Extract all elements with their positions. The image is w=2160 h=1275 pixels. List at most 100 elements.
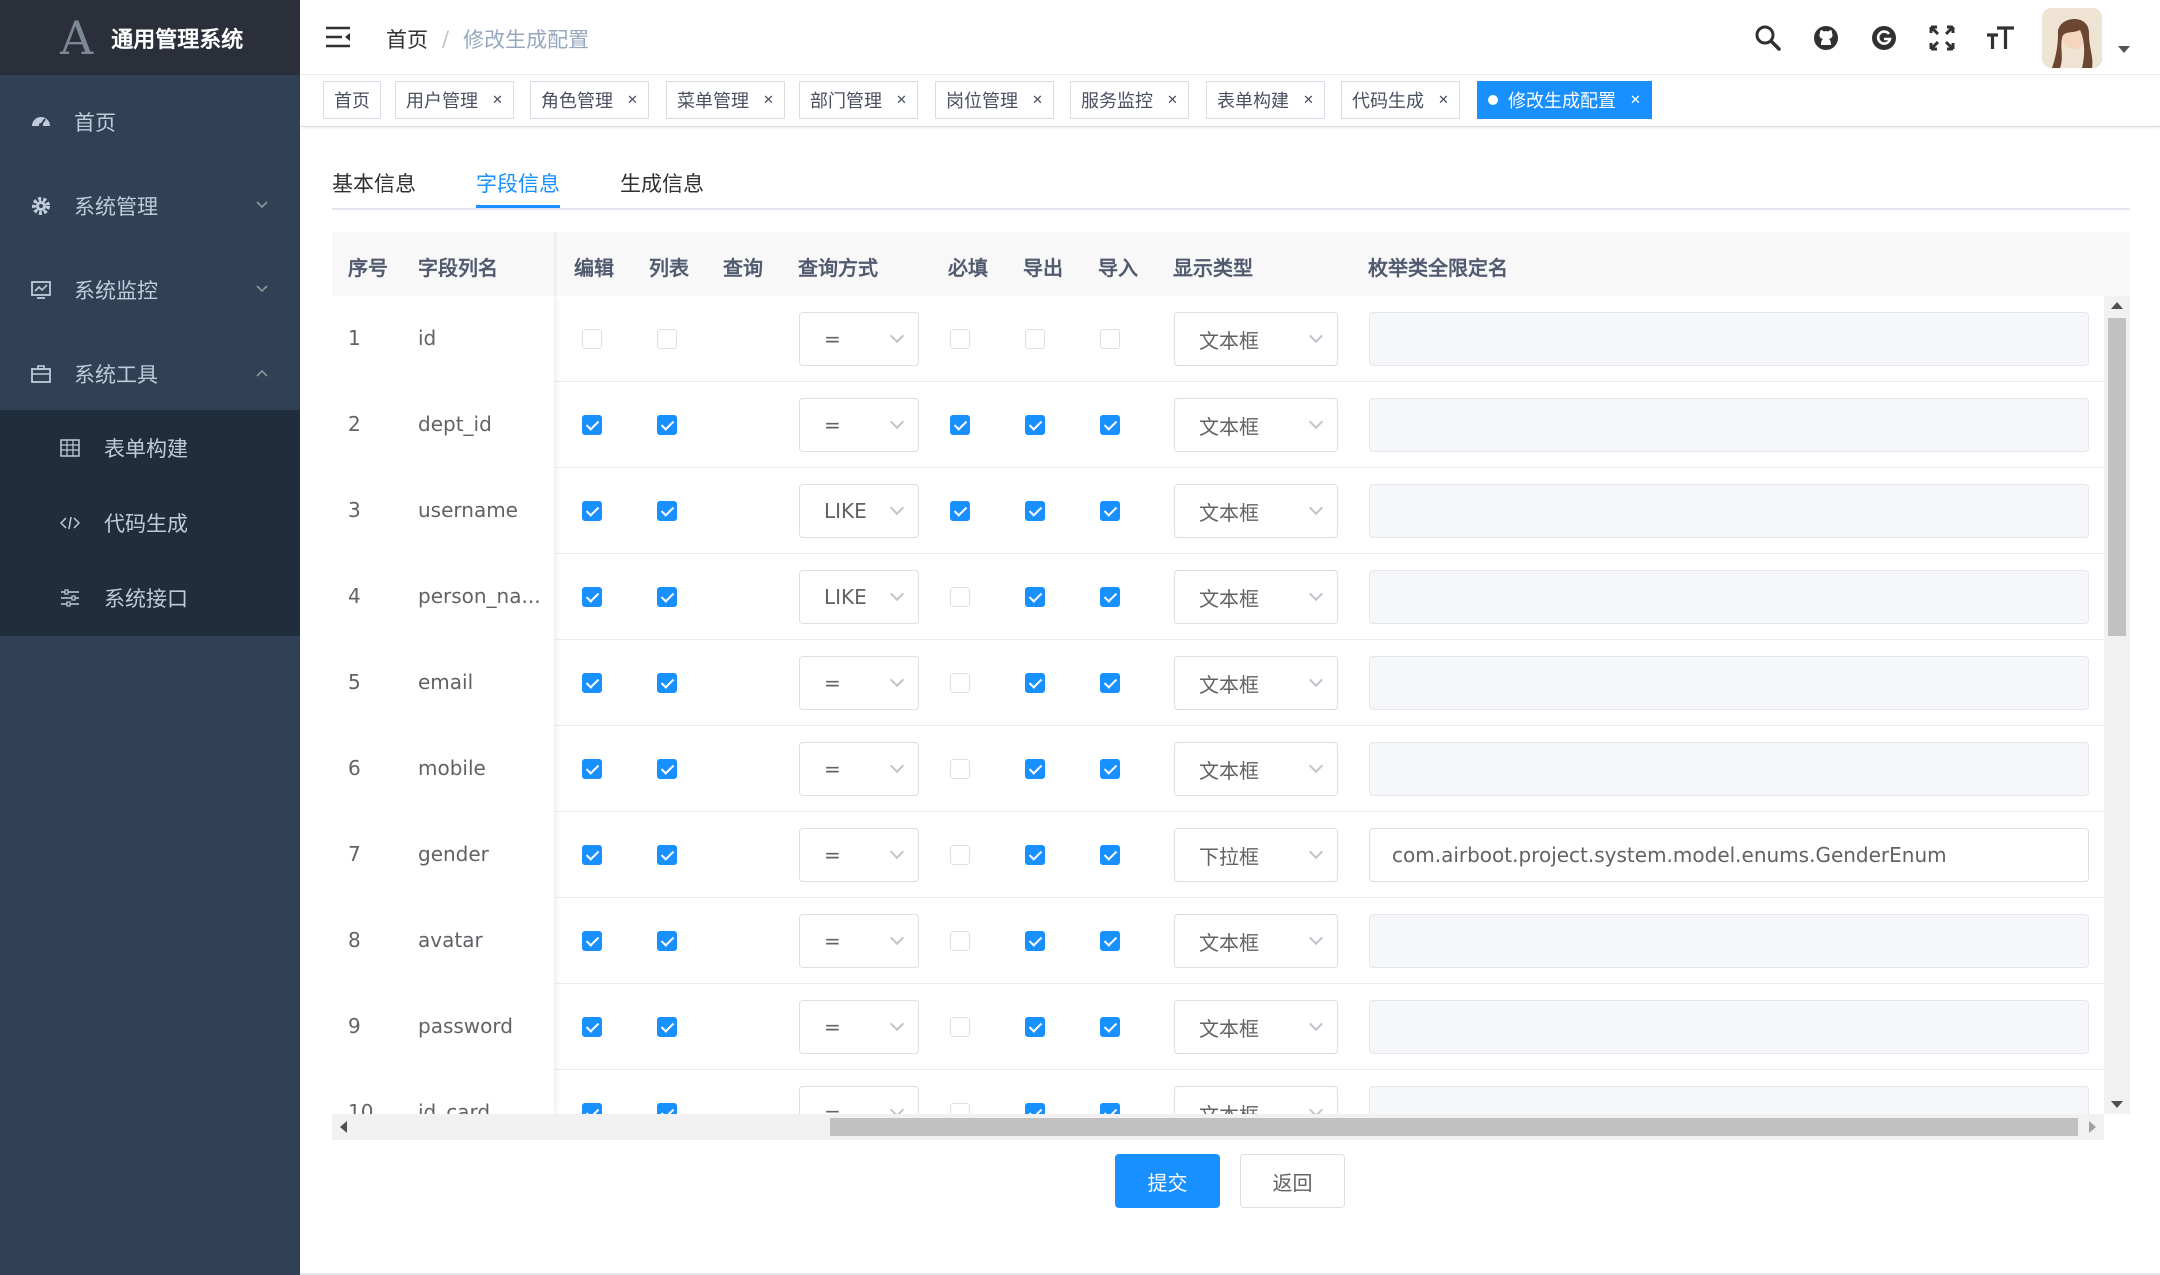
checkbox-import[interactable] — [1100, 673, 1120, 693]
checkbox-import[interactable] — [1100, 931, 1120, 951]
avatar[interactable] — [2042, 8, 2102, 68]
sidebar-item-code-gen[interactable]: 代码生成 — [0, 485, 300, 560]
horizontal-scrollbar[interactable] — [332, 1114, 2104, 1140]
docs-icon[interactable] — [1868, 22, 1900, 54]
enum-class-input[interactable]: com.airboot.project.system.model.enums.G… — [1369, 828, 2089, 882]
enum-class-input[interactable] — [1369, 484, 2089, 538]
checkbox-import[interactable] — [1100, 329, 1120, 349]
sidebar-item-form-builder[interactable]: 表单构建 — [0, 410, 300, 485]
checkbox-required[interactable] — [950, 329, 970, 349]
checkbox-export[interactable] — [1025, 931, 1045, 951]
checkbox-list[interactable] — [582, 845, 602, 865]
checkbox-list[interactable] — [582, 1103, 602, 1114]
tag-form-builder[interactable]: 表单构建 ✕ — [1206, 81, 1325, 119]
tab-field-info[interactable]: 字段信息 — [476, 168, 560, 198]
tab-gen-info[interactable]: 生成信息 — [620, 168, 704, 198]
close-icon[interactable]: ✕ — [1167, 93, 1178, 108]
display-type-select[interactable]: 文本框 — [1174, 398, 1338, 452]
tab-basic-info[interactable]: 基本信息 — [332, 168, 416, 198]
query-type-select[interactable]: = — [799, 914, 919, 968]
enum-class-input[interactable] — [1369, 1000, 2089, 1054]
query-type-select[interactable]: = — [799, 742, 919, 796]
scroll-left-icon[interactable] — [340, 1121, 347, 1133]
checkbox-required[interactable] — [950, 415, 970, 435]
enum-class-input[interactable] — [1369, 1086, 2089, 1114]
tag-dept-management[interactable]: 部门管理 ✕ — [799, 81, 918, 119]
close-icon[interactable]: ✕ — [1032, 93, 1043, 108]
caret-down-icon[interactable] — [2118, 46, 2130, 53]
vertical-scrollbar[interactable] — [2104, 296, 2130, 1114]
close-icon[interactable]: ✕ — [492, 93, 503, 108]
checkbox-import[interactable] — [1100, 501, 1120, 521]
sidebar-item-system-management[interactable]: 系统管理 — [0, 164, 300, 248]
checkbox-required[interactable] — [950, 673, 970, 693]
checkbox-export[interactable] — [1025, 845, 1045, 865]
checkbox-export[interactable] — [1025, 329, 1045, 349]
submit-button[interactable]: 提交 — [1115, 1154, 1220, 1208]
scroll-up-icon[interactable] — [2111, 302, 2123, 309]
checkbox-export[interactable] — [1025, 1103, 1045, 1114]
enum-class-input[interactable] — [1369, 656, 2089, 710]
github-icon[interactable] — [1810, 22, 1842, 54]
fullscreen-icon[interactable] — [1926, 22, 1958, 54]
display-type-select[interactable]: 文本框 — [1174, 656, 1338, 710]
display-type-select[interactable]: 下拉框 — [1174, 828, 1338, 882]
breadcrumb-home[interactable]: 首页 — [386, 24, 428, 54]
checkbox-import[interactable] — [1100, 415, 1120, 435]
checkbox-query[interactable] — [657, 759, 677, 779]
checkbox-query[interactable] — [657, 673, 677, 693]
display-type-select[interactable]: 文本框 — [1174, 1086, 1338, 1114]
close-icon[interactable]: ✕ — [896, 93, 907, 108]
query-type-select[interactable]: = — [799, 828, 919, 882]
tag-code-gen[interactable]: 代码生成 ✕ — [1341, 81, 1460, 119]
hamburger-icon[interactable] — [324, 24, 352, 50]
enum-class-input[interactable] — [1369, 570, 2089, 624]
display-type-select[interactable]: 文本框 — [1174, 484, 1338, 538]
checkbox-import[interactable] — [1100, 759, 1120, 779]
close-icon[interactable]: ✕ — [627, 93, 638, 108]
checkbox-query[interactable] — [657, 329, 677, 349]
scroll-down-icon[interactable] — [2111, 1101, 2123, 1108]
display-type-select[interactable]: 文本框 — [1174, 570, 1338, 624]
checkbox-export[interactable] — [1025, 673, 1045, 693]
checkbox-required[interactable] — [950, 1103, 970, 1114]
checkbox-import[interactable] — [1100, 1017, 1120, 1037]
checkbox-list[interactable] — [582, 329, 602, 349]
close-icon[interactable]: ✕ — [1438, 93, 1449, 108]
tag-edit-gen-config[interactable]: 修改生成配置 ✕ — [1477, 81, 1652, 119]
vertical-scroll-thumb[interactable] — [2108, 318, 2126, 636]
enum-class-input[interactable] — [1369, 742, 2089, 796]
checkbox-query[interactable] — [657, 415, 677, 435]
checkbox-list[interactable] — [582, 501, 602, 521]
checkbox-required[interactable] — [950, 501, 970, 521]
enum-class-input[interactable] — [1369, 312, 2089, 366]
checkbox-required[interactable] — [950, 931, 970, 951]
sidebar-item-system-api[interactable]: 系统接口 — [0, 560, 300, 635]
checkbox-export[interactable] — [1025, 587, 1045, 607]
display-type-select[interactable]: 文本框 — [1174, 742, 1338, 796]
checkbox-export[interactable] — [1025, 501, 1045, 521]
enum-class-input[interactable] — [1369, 914, 2089, 968]
checkbox-list[interactable] — [582, 587, 602, 607]
checkbox-required[interactable] — [950, 587, 970, 607]
scroll-right-icon[interactable] — [2089, 1121, 2096, 1133]
query-type-select[interactable]: LIKE — [799, 570, 919, 624]
close-icon[interactable]: ✕ — [1303, 93, 1314, 108]
enum-class-input[interactable] — [1369, 398, 2089, 452]
query-type-select[interactable]: = — [799, 656, 919, 710]
font-size-icon[interactable] — [1984, 22, 2016, 54]
checkbox-query[interactable] — [657, 931, 677, 951]
close-icon[interactable]: ✕ — [763, 93, 774, 108]
checkbox-export[interactable] — [1025, 759, 1045, 779]
query-type-select[interactable]: = — [799, 1086, 919, 1114]
query-type-select[interactable]: = — [799, 312, 919, 366]
sidebar-item-home[interactable]: 首页 — [0, 80, 300, 164]
checkbox-export[interactable] — [1025, 415, 1045, 435]
query-type-select[interactable]: = — [799, 1000, 919, 1054]
tag-home[interactable]: 首页 — [323, 81, 381, 119]
checkbox-required[interactable] — [950, 1017, 970, 1037]
checkbox-list[interactable] — [582, 415, 602, 435]
display-type-select[interactable]: 文本框 — [1174, 1000, 1338, 1054]
checkbox-list[interactable] — [582, 1017, 602, 1037]
sidebar-logo[interactable]: A 通用管理系统 — [0, 0, 300, 75]
